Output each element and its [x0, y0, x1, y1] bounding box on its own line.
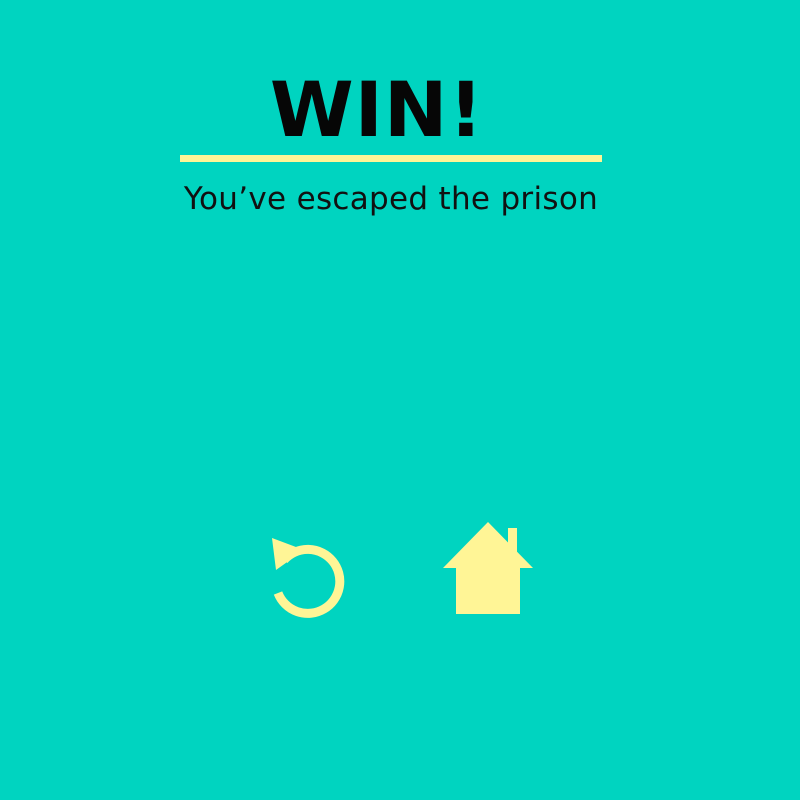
win-subtitle: You’ve escaped the prison	[183, 181, 599, 217]
home-button[interactable]	[438, 518, 538, 618]
restart-icon	[272, 538, 345, 618]
win-title: WIN!	[269, 65, 485, 154]
win-screen: WIN! You’ve escaped the prison	[0, 0, 800, 800]
home-icon	[443, 522, 533, 614]
restart-button[interactable]	[262, 522, 354, 618]
title-divider	[180, 155, 602, 162]
